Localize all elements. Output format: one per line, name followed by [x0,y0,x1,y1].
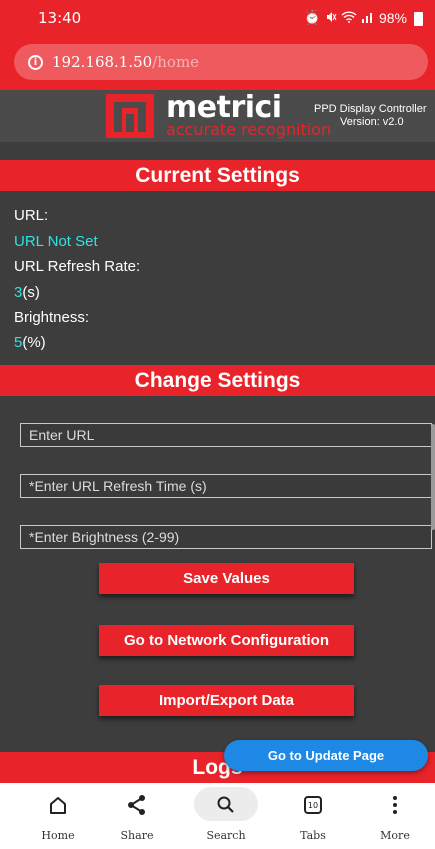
network-config-button[interactable]: Go to Network Configuration [99,625,354,656]
browser-toolbar: i 192.168.1.50 /home [0,36,435,90]
refresh-label: URL Refresh Rate: [14,258,141,275]
bottom-nav: Home Share Search 10 Tabs More [0,783,435,849]
nav-search-label: Search [206,829,246,842]
more-icon [381,791,409,819]
url-host: 192.168.1.50 [52,53,153,71]
status-icons: ⏰ 98% [304,9,423,26]
url-label: URL: [14,207,49,224]
refresh-unit: (s) [22,284,40,301]
product-name: PPD Display Controller [314,103,427,115]
metrici-logo-icon [106,94,154,138]
tabs-count: 10 [304,796,322,814]
nav-more-label: More [380,829,410,842]
mute-icon [325,10,337,26]
import-export-button[interactable]: Import/Export Data [99,685,354,716]
nav-share[interactable]: Share [102,783,172,849]
current-settings-heading: Current Settings [0,160,435,191]
brand-tagline: accurate recognition [166,120,332,139]
nav-search[interactable]: Search [191,783,261,849]
brightness-value-row: 5(%) [14,334,46,351]
nav-home[interactable]: Home [23,783,93,849]
url-input[interactable]: Enter URL [20,423,432,447]
nav-home-label: Home [41,829,75,842]
page-header: metrici accurate recognition PPD Display… [0,90,435,142]
share-icon [123,791,151,819]
info-icon[interactable]: i [28,54,43,70]
alarm-icon: ⏰ [303,9,321,25]
nav-tabs-label: Tabs [300,829,326,842]
signal-icon [361,10,375,26]
nav-share-label: Share [120,829,154,842]
url-path: /home [152,53,200,71]
url-value: URL Not Set [14,233,98,250]
tabs-icon: 10 [299,791,327,819]
address-bar[interactable]: i 192.168.1.50 /home [14,44,428,80]
product-version: Version: v2.0 [340,116,404,128]
scrollbar-thumb[interactable] [431,424,435,530]
change-settings-heading: Change Settings [0,365,435,396]
nav-more[interactable]: More [360,783,430,849]
brightness-label: Brightness: [14,309,90,326]
home-icon [44,791,72,819]
web-page: metrici accurate recognition PPD Display… [0,90,435,783]
battery-icon [414,11,423,26]
battery-percent: 98% [378,9,407,26]
search-icon [212,791,240,819]
update-page-button[interactable]: Go to Update Page [224,740,428,771]
brightness-unit: (%) [22,334,46,351]
clock: 13:40 [38,9,82,27]
refresh-time-input[interactable]: *Enter URL Refresh Time (s) [20,474,432,498]
refresh-value-row: 3(s) [14,284,40,301]
status-bar: 13:40 ⏰ 98% [0,0,435,36]
save-values-button[interactable]: Save Values [99,563,354,594]
nav-tabs[interactable]: 10 Tabs [278,783,348,849]
wifi-icon [341,10,357,26]
brightness-input[interactable]: *Enter Brightness (2-99) [20,525,432,549]
